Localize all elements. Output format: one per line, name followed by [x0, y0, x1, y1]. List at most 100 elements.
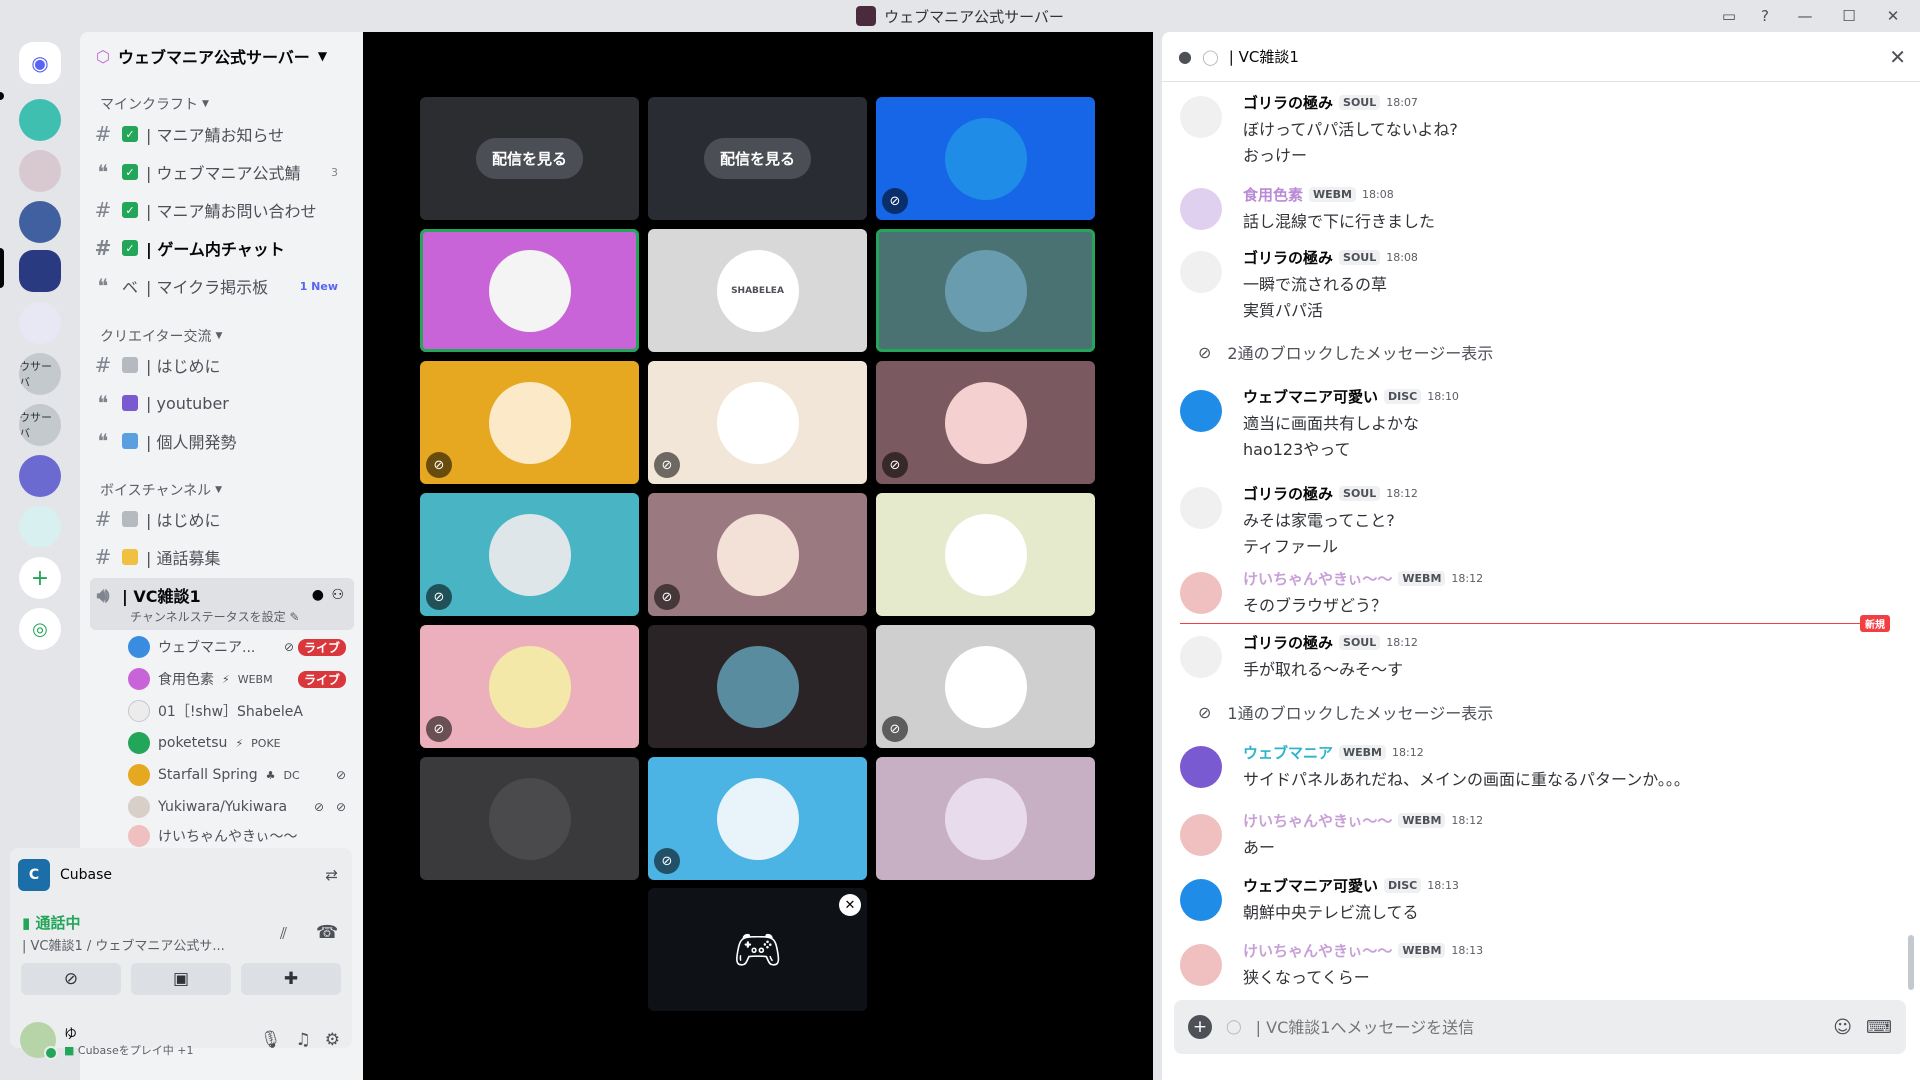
avatar[interactable] — [20, 1022, 58, 1060]
message[interactable]: 食用色素 WEBM 18:08 話し混線で下に行きました — [1180, 184, 1900, 234]
participant-tile[interactable] — [648, 625, 867, 748]
noise-suppression-icon[interactable]: ⫽ — [280, 924, 287, 944]
participant-tile[interactable] — [420, 229, 639, 352]
category-creator[interactable]: クリエイター交流 ▼ — [100, 326, 222, 346]
channel-item[interactable]: # ✓ | マニア鯖お知らせ — [92, 118, 354, 150]
participant-tile[interactable] — [876, 493, 1095, 616]
message[interactable]: ゴリラの極み SOUL 18:08 一瞬で流されるの草 実質パパ活 — [1180, 247, 1900, 323]
server-icon-5[interactable] — [19, 302, 61, 344]
server-icon-webmania[interactable] — [19, 250, 61, 292]
blocked-messages-row[interactable]: ⊘ 1通のブロックしたメッセージー表示 — [1198, 700, 1493, 724]
disconnect-icon[interactable]: ☎ — [316, 922, 338, 943]
activity-tile[interactable]: 🎮︎ ✕ — [648, 888, 867, 1011]
participant-tile[interactable]: ⊘ — [648, 361, 867, 484]
close-icon[interactable]: ✕ — [839, 894, 861, 916]
channel-item[interactable]: ❝ | 個人開発勢 — [92, 425, 354, 457]
voice-channel-item[interactable]: 🔊︎ | VC雑談1 ● ⚇ — [92, 579, 354, 611]
voice-user[interactable]: ウェブマニア... ⊘ ライブ — [128, 633, 354, 661]
message[interactable]: ゴリラの極み SOUL 18:12 みそは家電ってこと? ティファール — [1180, 483, 1900, 559]
invite-icon[interactable]: ⚇ — [331, 587, 344, 603]
minimize-button[interactable]: — — [1790, 5, 1820, 27]
avatar[interactable] — [1180, 944, 1222, 986]
headphones-icon[interactable]: ♫ — [296, 1030, 311, 1050]
participant-tile[interactable]: ⊘ — [420, 361, 639, 484]
message[interactable]: ウェブマニア WEBM 18:12 サイドパネルあれだね、メインの画面に重なるパターン… — [1180, 742, 1900, 792]
server-icon-8[interactable] — [19, 455, 61, 497]
avatar[interactable] — [1180, 879, 1222, 921]
message[interactable]: けいちゃんやきぃ〜〜 WEBM 18:12 そのブラウザどう？ — [1180, 568, 1900, 618]
avatar[interactable] — [1180, 814, 1222, 856]
voice-user[interactable]: けいちゃんやきぃ〜〜 — [128, 825, 354, 847]
watch-stream-button[interactable]: 配信を見る — [475, 138, 583, 179]
channel-item[interactable]: ❝ | youtuber — [92, 387, 354, 419]
avatar[interactable] — [1180, 572, 1222, 614]
channel-item[interactable]: # | はじめに — [92, 503, 354, 535]
avatar[interactable] — [1180, 251, 1222, 293]
message-input[interactable] — [1255, 1017, 1820, 1037]
participant-tile[interactable]: ⊘ — [648, 493, 867, 616]
participant-tile[interactable] — [420, 757, 639, 880]
inbox-icon[interactable]: ▭ — [1718, 5, 1740, 27]
chat-scrollbar[interactable] — [1908, 935, 1914, 990]
voice-user[interactable]: Yukiwara/Yukiwara ⊘ ⊘ — [128, 793, 354, 821]
author-name[interactable]: ゴリラの極み — [1243, 632, 1333, 653]
message[interactable]: ウェブマニア可愛い DISC 18:10 適当に画面共有しよかな hao123やって — [1180, 386, 1900, 462]
avatar[interactable] — [1180, 96, 1222, 138]
author-name[interactable]: ウェブマニア — [1243, 742, 1333, 763]
close-window-button[interactable]: ✕ — [1878, 5, 1908, 27]
participant-tile[interactable]: ⊘ — [420, 625, 639, 748]
avatar[interactable] — [1180, 636, 1222, 678]
explore-icon[interactable]: ◎ — [19, 608, 61, 650]
message[interactable]: ウェブマニア可愛い DISC 18:13 朝鮮中央テレビ流してる — [1180, 875, 1900, 925]
camera-off-button[interactable]: ⊘ — [21, 963, 121, 995]
message[interactable]: けいちゃんやきぃ〜〜 WEBM 18:13 狭くなってくらー — [1180, 940, 1900, 990]
gear-icon[interactable]: ⚙ — [325, 1030, 340, 1050]
maximize-button[interactable]: ☐ — [1834, 5, 1864, 27]
gamepad-icon[interactable]: ⌨ — [1866, 1017, 1892, 1038]
avatar[interactable] — [1180, 390, 1222, 432]
message[interactable]: けいちゃんやきぃ〜〜 WEBM 18:12 あー — [1180, 810, 1900, 860]
channel-status-setting[interactable]: チャンネルステータスを設定 ✎ — [130, 608, 300, 625]
discord-home-icon[interactable]: ◉ — [19, 42, 61, 84]
server-icon-2[interactable] — [19, 150, 61, 192]
avatar[interactable] — [1180, 487, 1222, 529]
activity-row[interactable]: C Cubase ⇄ — [18, 858, 352, 892]
server-header[interactable]: ⬡ ウェブマニア公式サーバー ▼ — [80, 32, 363, 80]
category-voice[interactable]: ボイスチャンネル ▼ — [100, 480, 222, 500]
author-name[interactable]: けいちゃんやきぃ〜〜 — [1243, 810, 1392, 831]
voice-user[interactable]: poketetsu ⚡ POKE — [128, 729, 354, 757]
server-folder-1[interactable]: ウサーバ — [19, 353, 61, 395]
channel-item[interactable]: # | 通話募集 — [92, 541, 354, 573]
activity-action-icon[interactable]: ⇄ — [325, 866, 338, 884]
participant-tile[interactable]: ⊘ — [876, 361, 1095, 484]
voice-user[interactable]: Starfall Spring ♣ DC ⊘ — [128, 761, 354, 789]
message[interactable]: ゴリラの極み SOUL 18:12 手が取れる〜みそ〜す — [1180, 632, 1900, 682]
avatar[interactable] — [1180, 746, 1222, 788]
channel-item[interactable]: # | はじめに — [92, 349, 354, 381]
author-name[interactable]: ゴリラの極み — [1243, 483, 1333, 504]
stream-tile[interactable]: 配信を見る — [648, 97, 867, 220]
author-name[interactable]: 食用色素 — [1243, 184, 1303, 205]
server-icon-9[interactable] — [19, 506, 61, 548]
server-icon-1[interactable] — [19, 99, 61, 141]
help-icon[interactable]: ? — [1754, 5, 1776, 27]
stream-tile[interactable]: 配信を見る — [420, 97, 639, 220]
participant-tile[interactable]: ⊘ — [876, 97, 1095, 220]
author-name[interactable]: ウェブマニア可愛い — [1243, 875, 1378, 896]
participant-tile[interactable] — [876, 757, 1095, 880]
participant-tile[interactable]: ⊘ — [420, 493, 639, 616]
emoji-icon[interactable]: ☺ — [1833, 1017, 1852, 1038]
microphone-icon[interactable]: 🎙︎ — [260, 1030, 282, 1050]
blocked-messages-row[interactable]: ⊘ 2通のブロックしたメッセージー表示 — [1198, 340, 1493, 364]
add-server-icon[interactable]: + — [19, 557, 61, 599]
channel-item[interactable]: ❝ ベ | マイクラ掲示板 1 New — [92, 270, 354, 302]
avatar[interactable] — [1180, 188, 1222, 230]
author-name[interactable]: けいちゃんやきぃ〜〜 — [1243, 568, 1392, 589]
author-name[interactable]: ゴリラの極み — [1243, 92, 1333, 113]
author-name[interactable]: ゴリラの極み — [1243, 247, 1333, 268]
author-name[interactable]: けいちゃんやきぃ〜〜 — [1243, 940, 1392, 961]
server-icon-3[interactable] — [19, 201, 61, 243]
participant-tile[interactable]: ⊘ — [648, 757, 867, 880]
message[interactable]: ゴリラの極み SOUL 18:07 ぼけってパパ活してないよね? おっけー — [1180, 92, 1900, 168]
chat-icon[interactable]: ● — [312, 587, 324, 603]
